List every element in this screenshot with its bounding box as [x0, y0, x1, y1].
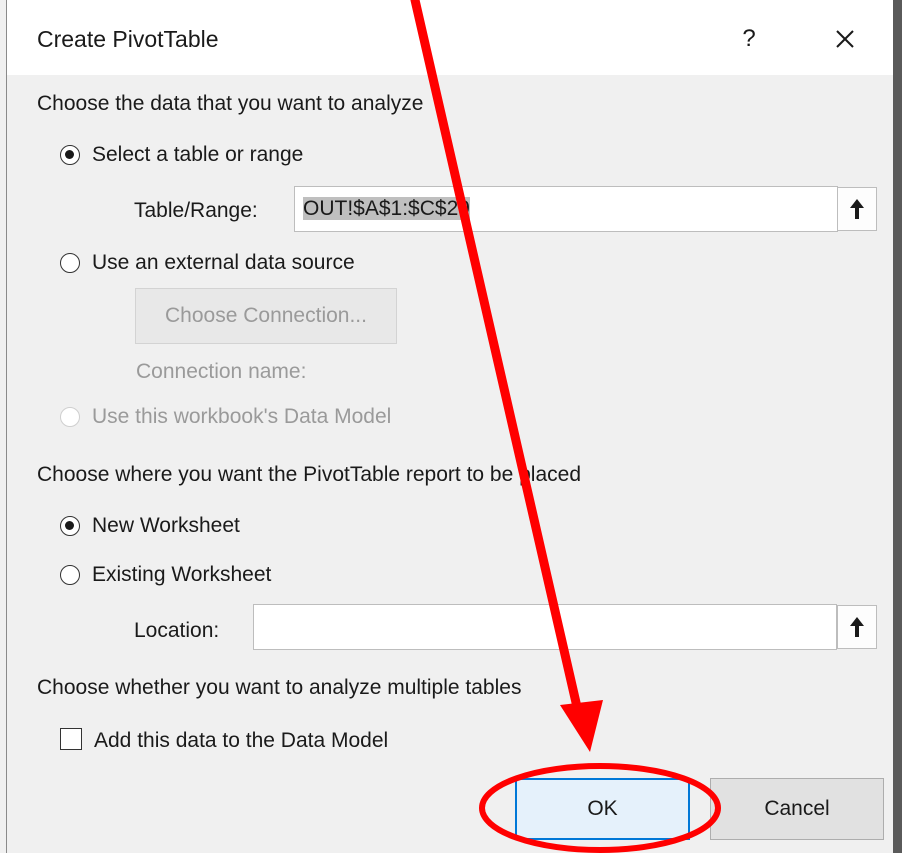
connection-name-label: Connection name: — [136, 360, 307, 383]
create-pivottable-dialog: Create PivotTable ? Choose the data that… — [6, 0, 893, 853]
existing-worksheet-label: Existing Worksheet — [92, 563, 272, 586]
existing-worksheet-radio[interactable] — [60, 565, 80, 585]
table-range-input[interactable]: OUT!$A$1:$C$29 — [294, 186, 838, 232]
new-worksheet-label: New Worksheet — [92, 514, 240, 537]
cancel-button[interactable]: Cancel — [710, 778, 884, 840]
select-range-option[interactable]: Select a table or range — [60, 143, 303, 167]
table-range-label: Table/Range: — [134, 199, 258, 222]
section-choose-data: Choose the data that you want to analyze — [37, 92, 424, 115]
external-source-option[interactable]: Use an external data source — [60, 251, 355, 275]
external-source-radio[interactable] — [60, 253, 80, 273]
collapse-dialog-icon — [850, 199, 864, 219]
existing-worksheet-option[interactable]: Existing Worksheet — [60, 563, 271, 587]
close-button[interactable] — [825, 22, 865, 56]
location-collapse-button[interactable] — [837, 605, 877, 649]
add-data-model-label: Add this data to the Data Model — [94, 729, 389, 752]
select-range-label: Select a table or range — [92, 143, 304, 166]
section-multiple-tables: Choose whether you want to analyze multi… — [37, 676, 522, 699]
select-range-radio[interactable] — [60, 145, 80, 165]
section-choose-placement: Choose where you want the PivotTable rep… — [37, 463, 582, 486]
add-data-model-checkbox[interactable] — [60, 728, 82, 750]
table-range-collapse-button[interactable] — [837, 187, 877, 231]
new-worksheet-option[interactable]: New Worksheet — [60, 514, 240, 538]
ok-button[interactable]: OK — [515, 778, 690, 840]
collapse-dialog-icon — [850, 617, 864, 637]
location-label: Location: — [134, 619, 220, 642]
data-model-option-label: Use this workbook's Data Model — [92, 405, 392, 428]
data-model-radio[interactable] — [60, 407, 80, 427]
title-bar: Create PivotTable ? — [7, 0, 893, 75]
table-range-value: OUT!$A$1:$C$29 — [303, 197, 470, 220]
location-input[interactable] — [253, 604, 837, 650]
close-icon — [836, 30, 854, 48]
new-worksheet-radio[interactable] — [60, 516, 80, 536]
data-model-option[interactable]: Use this workbook's Data Model — [60, 405, 391, 429]
help-button[interactable]: ? — [729, 22, 769, 56]
dialog-title: Create PivotTable — [37, 26, 219, 52]
background-window-edge — [893, 0, 902, 853]
external-source-label: Use an external data source — [92, 251, 355, 274]
choose-connection-button[interactable]: Choose Connection... — [135, 288, 397, 344]
